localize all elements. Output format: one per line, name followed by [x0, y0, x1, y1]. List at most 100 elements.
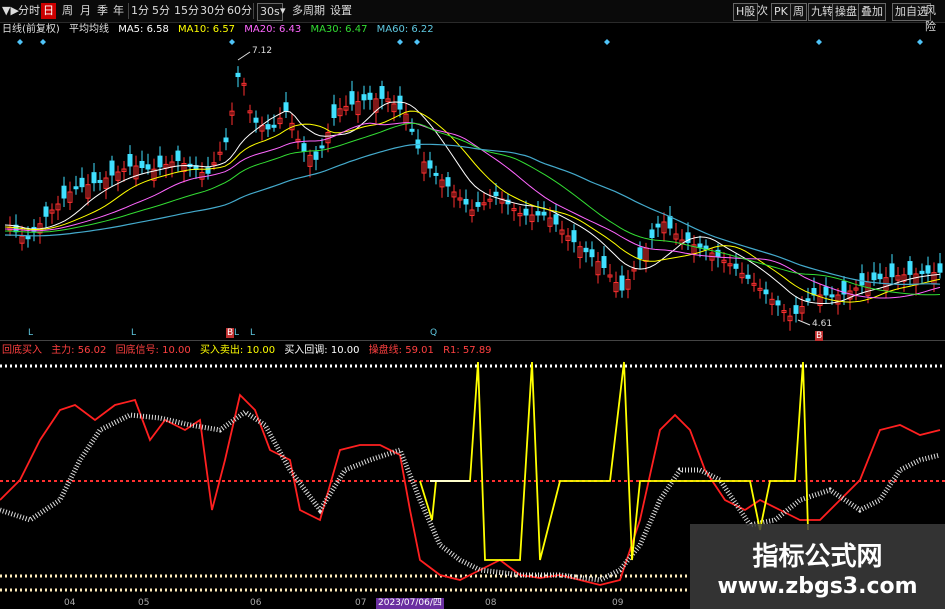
- signal-marker: L: [131, 328, 137, 338]
- candle-body: [859, 273, 865, 286]
- candle-body: [871, 272, 877, 281]
- candle-body: [145, 164, 151, 170]
- candle-body: [649, 229, 655, 239]
- candle-body: [877, 273, 883, 280]
- candle-body: [655, 223, 661, 228]
- candle-body: [409, 128, 415, 132]
- diamond-marker: [17, 39, 23, 45]
- signal-marker: B: [226, 328, 235, 338]
- candle-body: [829, 294, 835, 298]
- candle-body: [427, 160, 433, 169]
- low-pointer: [797, 319, 811, 326]
- candle-body: [919, 270, 925, 274]
- x-axis-tick: 06: [250, 598, 262, 608]
- candle-body: [271, 124, 277, 128]
- candle-body: [601, 256, 607, 268]
- signal-marker: Q: [430, 328, 438, 338]
- diamond-marker: [229, 39, 235, 45]
- candle-body: [775, 300, 781, 306]
- candle-body: [433, 172, 439, 176]
- candle-body: [367, 92, 373, 100]
- x-axis-tick: 09: [612, 598, 624, 608]
- candle-body: [619, 275, 625, 291]
- candle-body: [319, 145, 325, 149]
- indicator-legend-item: 回底买入: [2, 345, 42, 356]
- x-axis-tick: 04: [64, 598, 76, 608]
- x-axis-cursor-date: 2023/07/06/四: [376, 598, 444, 609]
- candle-body: [589, 249, 595, 258]
- candle-body: [313, 151, 319, 160]
- signal-marker: L: [28, 328, 34, 338]
- candle-body: [805, 298, 811, 302]
- candle-body: [523, 208, 529, 216]
- candle-body: [91, 172, 97, 184]
- candle-body: [463, 198, 469, 205]
- candle-body: [127, 153, 133, 167]
- candle-body: [889, 263, 895, 278]
- signal-marker: B: [815, 331, 824, 341]
- candle-body: [109, 160, 115, 176]
- candle-body: [571, 230, 577, 243]
- candle-body: [79, 177, 85, 188]
- watermark-title: 指标公式网: [752, 542, 883, 572]
- candle-body: [823, 286, 829, 296]
- candle-body: [637, 247, 643, 259]
- diamond-marker: [40, 39, 46, 45]
- candle-body: [73, 186, 79, 190]
- candle-body: [583, 247, 589, 253]
- x-axis-tick: 07: [355, 598, 367, 608]
- candle-body: [553, 214, 559, 225]
- indicator-legend: 回底买入 主力: 56.02 回底信号: 10.00 买入卖出: 10.00 买…: [2, 344, 498, 358]
- signal-marker: L: [250, 328, 256, 338]
- indicator-legend-item: R1: 57.89: [443, 345, 492, 356]
- candle-body: [349, 91, 355, 105]
- candle-body: [361, 94, 367, 101]
- candle-body: [745, 274, 751, 279]
- x-axis-tick: 08: [485, 598, 497, 608]
- candle-body: [541, 211, 547, 216]
- candle-body: [157, 155, 163, 168]
- candle-body: [733, 263, 739, 269]
- candle-body: [475, 202, 481, 207]
- indicator-legend-item: 回底信号: 10.00: [115, 345, 191, 356]
- x-axis-tick: 05: [138, 598, 150, 608]
- diamond-marker: [397, 39, 403, 45]
- candle-body: [763, 289, 769, 295]
- high-pointer: [237, 51, 251, 61]
- indicator-legend-item: 买入回调: 10.00: [284, 345, 360, 356]
- candle-body: [139, 160, 145, 169]
- candle-body: [493, 191, 499, 197]
- candle-body: [175, 150, 181, 162]
- candle-body: [937, 263, 943, 273]
- low-price-label: 4.61: [812, 319, 833, 329]
- candle-body: [379, 86, 385, 99]
- candle-body: [907, 261, 913, 275]
- candle-body: [445, 177, 451, 187]
- candle-body: [535, 211, 541, 216]
- diamond-marker: [414, 39, 420, 45]
- watermark-url: www.zbgs3.com: [717, 574, 918, 599]
- diamond-marker: [917, 39, 923, 45]
- candle-body: [925, 265, 931, 274]
- candle-body: [697, 243, 703, 248]
- signal-marker: L: [234, 328, 240, 338]
- candle-body: [667, 215, 673, 229]
- indicator-legend-item: 操盘线: 59.01: [368, 345, 434, 356]
- diamond-marker: [816, 39, 822, 45]
- candle-body: [265, 124, 271, 130]
- diamond-marker: [604, 39, 610, 45]
- candle-body: [235, 72, 241, 78]
- candle-body: [97, 179, 103, 183]
- high-price-label: 7.12: [252, 46, 273, 56]
- pane-divider[interactable]: [0, 340, 945, 341]
- candle-body: [43, 206, 49, 217]
- watermark: 指标公式网 www.zbgs3.com: [690, 524, 945, 609]
- indicator-legend-item: 主力: 56.02: [51, 345, 107, 356]
- indicator-legend-item: 买入卖出: 10.00: [199, 345, 276, 356]
- candle-body: [283, 102, 289, 112]
- candle-body: [61, 185, 67, 199]
- candle-body: [793, 305, 799, 314]
- candle-body: [331, 104, 337, 118]
- candlestick-chart[interactable]: [0, 0, 945, 340]
- candle-body: [223, 137, 229, 143]
